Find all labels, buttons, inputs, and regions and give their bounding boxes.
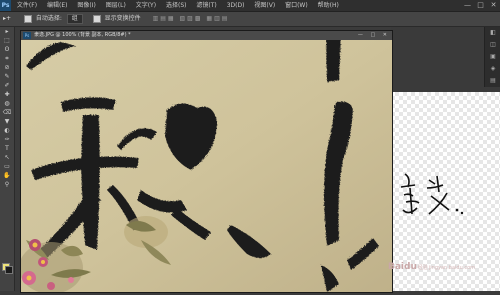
minimize-icon[interactable]: — [461, 0, 474, 11]
move-tool-icon[interactable]: ▸+ [0, 12, 14, 26]
watermark-url: jingyan.baidu.com [428, 265, 476, 271]
align-buttons-icon[interactable]: ▥▤▦ ▧▨▩ ▦▥▤ [153, 12, 230, 26]
panel-icon-4[interactable]: ◈ [485, 63, 500, 75]
brush-tool[interactable]: ✐ [0, 81, 14, 90]
auto-select-checkbox[interactable] [23, 14, 32, 23]
eraser-tool[interactable]: ⌫ [0, 108, 14, 117]
window-controls: — □ ✕ [461, 0, 500, 11]
options-bar: ▸+ 自动选择: 组 显示变换控件 ▥▤▦ ▧▨▩ ▦▥▤ [0, 12, 500, 27]
close-icon[interactable]: ✕ [487, 0, 500, 11]
gradient-tool[interactable]: ▼ [0, 117, 14, 126]
menu-file[interactable]: 文件(F) [13, 0, 41, 11]
panel-icon-2[interactable]: ◫ [485, 39, 500, 51]
clone-stamp-tool[interactable]: ✚ [0, 90, 14, 99]
panel-icon-5[interactable]: ▤ [485, 75, 500, 87]
toolbox: ▸ ⬚ ʘ ⌗ ⊘ ✎ ✐ ✚ ◍ ⌫ ▼ ◐ ✑ T ↖ ▭ ✋ ⚲ [0, 27, 15, 291]
show-transform-checkbox[interactable] [92, 14, 101, 23]
watermark-brand: Baidu [388, 262, 417, 272]
panel-icon-1[interactable]: ◧ [485, 27, 500, 39]
document-tab[interactable]: Ps 隶逸.JPG @ 100% (背景 副本, RGB/8#) * — □ ✕ [21, 31, 392, 40]
healing-tool[interactable]: ✎ [0, 72, 14, 81]
show-transform-label: 显示变换控件 [104, 15, 141, 22]
baidu-watermark: Baidu经验jingyan.baidu.com [388, 262, 475, 272]
lasso-tool[interactable]: ʘ [0, 45, 14, 54]
menu-select[interactable]: 选择(S) [162, 0, 191, 11]
maximize-icon[interactable]: □ [474, 0, 487, 11]
document-canvas[interactable] [21, 40, 392, 292]
menu-type[interactable]: 文字(Y) [132, 0, 160, 11]
photoshop-logo-icon: Ps [0, 0, 11, 11]
auto-select-label: 自动选择: [35, 15, 62, 22]
watermark-sub: 经验 [417, 265, 428, 271]
document-ps-icon: Ps [23, 32, 31, 39]
menu-3d[interactable]: 3D(D) [223, 0, 249, 11]
hand-tool[interactable]: ✋ [0, 171, 14, 180]
path-selection-tool[interactable]: ↖ [0, 153, 14, 162]
auto-select-dropdown[interactable]: 组 [66, 13, 83, 24]
menu-bar: Ps 文件(F) 编辑(E) 图像(I) 图层(L) 文字(Y) 选择(S) 滤… [0, 0, 500, 12]
menu-view[interactable]: 视图(V) [250, 0, 279, 11]
menu-image[interactable]: 图像(I) [73, 0, 99, 11]
panel-icon-strip: ◧ ◫ ▣ ◈ ▤ [484, 27, 500, 87]
panel-icon-3[interactable]: ▣ [485, 51, 500, 63]
menu-help[interactable]: 帮助(H) [314, 0, 343, 11]
zoom-tool[interactable]: ⚲ [0, 180, 14, 189]
crop-tool[interactable]: ⌗ [0, 54, 14, 63]
document-controls[interactable]: — □ ✕ [358, 31, 390, 40]
document-title: 隶逸.JPG @ 100% (背景 副本, RGB/8#) * [34, 32, 131, 38]
history-brush-tool[interactable]: ◍ [0, 99, 14, 108]
shape-tool[interactable]: ▭ [0, 162, 14, 171]
move-tool[interactable]: ▸ [0, 27, 14, 36]
pen-tool[interactable]: ✑ [0, 135, 14, 144]
document-window: Ps 隶逸.JPG @ 100% (背景 副本, RGB/8#) * — □ ✕ [20, 30, 393, 293]
eyedropper-tool[interactable]: ⊘ [0, 63, 14, 72]
menu-window[interactable]: 窗口(W) [281, 0, 312, 11]
calligraphy-image [21, 40, 392, 292]
marquee-tool[interactable]: ⬚ [0, 36, 14, 45]
menu-layer[interactable]: 图层(L) [102, 0, 130, 11]
dodge-tool[interactable]: ◐ [0, 126, 14, 135]
background-color-swatch[interactable] [5, 266, 13, 274]
type-tool[interactable]: T [0, 144, 14, 153]
menu-edit[interactable]: 编辑(E) [43, 0, 71, 11]
menu-filter[interactable]: 滤镜(T) [192, 0, 220, 11]
